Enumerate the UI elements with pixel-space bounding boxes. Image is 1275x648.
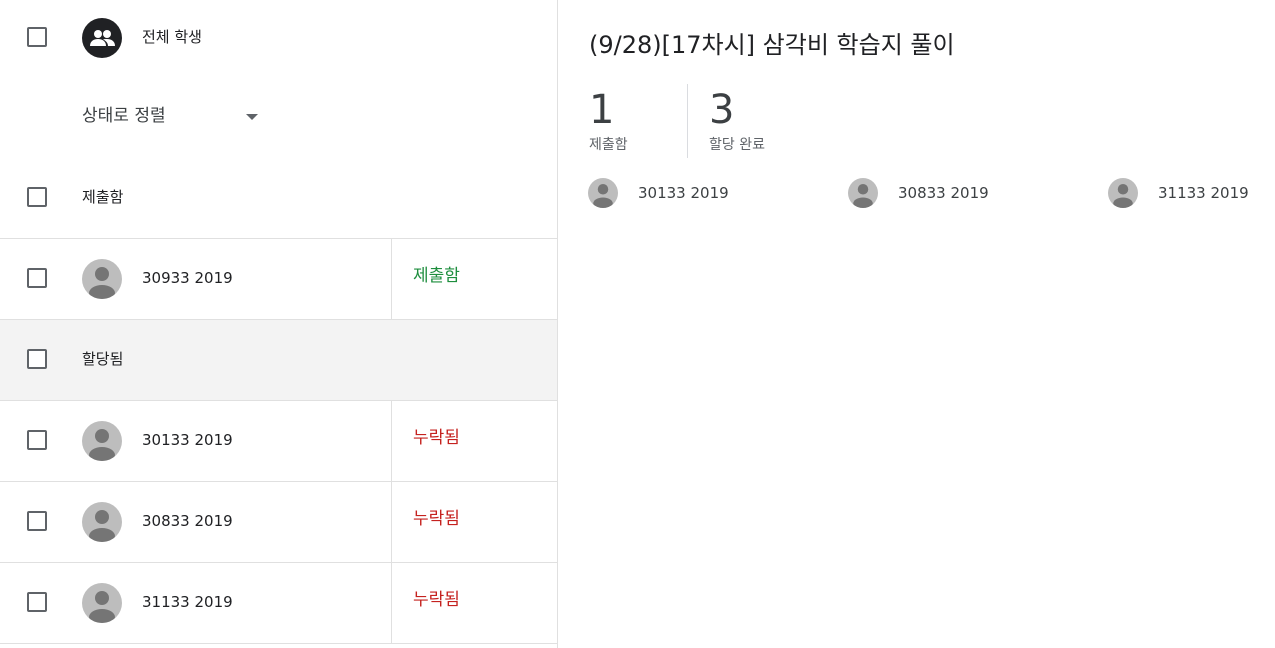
stat-submitted[interactable]: 1 제출함 <box>589 84 628 154</box>
sort-dropdown-label: 상태로 정렬 <box>82 106 166 126</box>
avatar <box>82 421 122 461</box>
student-name: 30133 2019 <box>638 184 729 202</box>
status-cell: 누락됨 <box>391 401 558 481</box>
submitted-section-header: 제출함 <box>0 158 557 239</box>
student-checkbox[interactable] <box>27 430 47 450</box>
student-name: 30133 2019 <box>142 431 233 449</box>
stat-assigned-count: 3 <box>709 87 735 133</box>
table-row[interactable]: 30133 2019 누락됨 <box>0 401 557 482</box>
student-list-panel: 전체 학생 상태로 정렬 제출함 30933 2019 제출함 할당됨 3013… <box>0 0 558 648</box>
avatar <box>82 259 122 299</box>
student-checkbox[interactable] <box>27 268 47 288</box>
table-row[interactable]: 31133 2019 누락됨 <box>0 563 557 644</box>
avatar <box>1108 178 1138 208</box>
stat-submitted-count: 1 <box>589 87 615 133</box>
table-row[interactable]: 30833 2019 누락됨 <box>0 482 557 563</box>
stat-assigned-label: 할당 완료 <box>709 137 765 153</box>
student-checkbox[interactable] <box>27 592 47 612</box>
assignment-detail-panel: (9/28)[17차시] 삼각비 학습지 풀이 1 제출함 3 할당 완료 30… <box>558 0 1275 648</box>
status-text: 누락됨 <box>413 590 460 610</box>
student-name: 30833 2019 <box>898 184 989 202</box>
assignment-title: (9/28)[17차시] 삼각비 학습지 풀이 <box>589 31 955 59</box>
student-name: 30933 2019 <box>142 269 233 287</box>
stat-assigned[interactable]: 3 할당 완료 <box>709 84 765 154</box>
status-text: 제출함 <box>413 266 460 286</box>
status-text: 누락됨 <box>413 509 460 529</box>
submitted-section-checkbox[interactable] <box>27 187 47 207</box>
submitted-section-label: 제출함 <box>82 188 124 206</box>
avatar <box>82 502 122 542</box>
avatar <box>588 178 618 208</box>
status-cell: 제출함 <box>391 239 558 319</box>
student-name: 31133 2019 <box>1158 184 1249 202</box>
select-all-checkbox[interactable] <box>27 27 47 47</box>
status-text: 누락됨 <box>413 428 460 448</box>
status-cell: 누락됨 <box>391 563 558 643</box>
sort-dropdown[interactable]: 상태로 정렬 <box>82 103 262 131</box>
avatar <box>848 178 878 208</box>
student-name: 31133 2019 <box>142 593 233 611</box>
assigned-section-label: 할당됨 <box>82 350 124 368</box>
student-name: 30833 2019 <box>142 512 233 530</box>
group-icon <box>82 18 122 58</box>
chevron-down-icon <box>246 114 258 120</box>
assigned-section-header: 할당됨 <box>0 320 557 401</box>
student-checkbox[interactable] <box>27 511 47 531</box>
status-cell: 누락됨 <box>391 482 558 562</box>
assigned-section-checkbox[interactable] <box>27 349 47 369</box>
table-row[interactable]: 30933 2019 제출함 <box>0 239 557 320</box>
stat-divider <box>687 84 688 158</box>
avatar <box>82 583 122 623</box>
all-students-label: 전체 학생 <box>142 28 202 46</box>
stat-submitted-label: 제출함 <box>589 137 628 153</box>
